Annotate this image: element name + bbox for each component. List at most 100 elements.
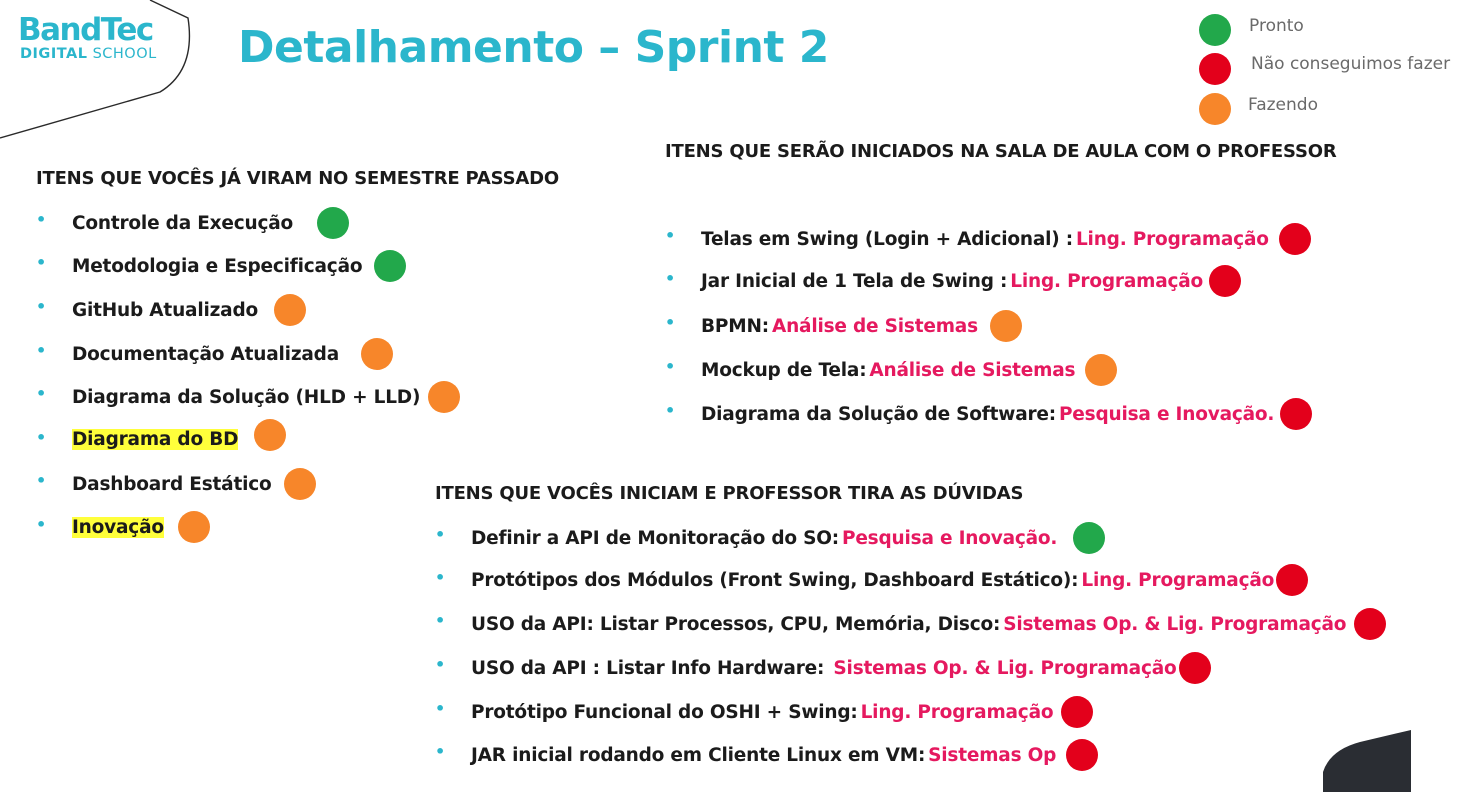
bullet-icon: •: [435, 525, 446, 544]
list-item: USO da API: Listar Processos, CPU, Memór…: [471, 608, 1387, 640]
item-subject: Análise de Sistemas: [869, 359, 1076, 381]
item-label: Protótipos dos Módulos (Front Swing, Das…: [471, 569, 1079, 591]
status-dot-pronto: [1199, 14, 1231, 46]
item-subject: Ling. Programação: [860, 701, 1054, 723]
bullet-icon: •: [435, 699, 446, 718]
bullet-icon: •: [435, 742, 446, 761]
item-label: Protótipo Funcional do OSHI + Swing:: [471, 701, 858, 723]
item-label: Mockup de Tela:: [701, 359, 867, 381]
bullet-icon: •: [665, 401, 676, 420]
status-dot-fazendo: [989, 310, 1022, 342]
item-subject: Sistemas Op. & Lig. Programação: [1003, 613, 1347, 635]
status-dot-fazendo: [1085, 354, 1118, 386]
status-dot-pronto: [1073, 522, 1106, 554]
list-item: Metodologia e Especificação: [72, 250, 407, 282]
list-item: Documentação Atualizada: [72, 338, 394, 370]
status-dot-nao-conseguimos: [1066, 739, 1099, 771]
item-subject: Sistemas Op. & Lig. Programação: [827, 657, 1177, 679]
list-item: Protótipos dos Módulos (Front Swing, Das…: [471, 564, 1309, 596]
list-item: Protótipo Funcional do OSHI + Swing: Lin…: [471, 696, 1094, 728]
legend-label: Não conseguimos fazer: [1251, 54, 1451, 74]
item-label: Documentação Atualizada: [72, 343, 340, 365]
status-dot-nao-conseguimos: [1280, 398, 1313, 430]
list-item: Diagrama do BD: [72, 419, 287, 456]
legend-label: Pronto: [1249, 16, 1304, 36]
bullet-icon: •: [665, 313, 676, 332]
status-dot-nao-conseguimos: [1061, 696, 1094, 728]
slide-title: Detalhamento – Sprint 2: [238, 22, 829, 73]
item-label: BPMN:: [701, 315, 769, 337]
list-item: Dashboard Estático: [72, 468, 316, 500]
item-subject: Ling. Programação: [1075, 228, 1269, 250]
bullet-icon: •: [435, 655, 446, 674]
list-item: GitHub Atualizado: [72, 294, 307, 326]
item-label-highlighted: Inovação: [72, 516, 164, 538]
status-dot-fazendo: [428, 381, 461, 413]
item-label: Dashboard Estático: [72, 473, 272, 495]
item-subject: Ling. Programação: [1010, 270, 1204, 292]
status-dot-nao-conseguimos: [1278, 223, 1311, 255]
item-subject: Sistemas Op: [928, 744, 1057, 766]
item-subject: Pesquisa e Inovação.: [1058, 403, 1275, 425]
status-dot-nao-conseguimos: [1178, 652, 1211, 684]
status-dot-pronto: [374, 250, 407, 282]
list-item: Controle da Execução: [72, 207, 350, 239]
list-item: Inovação: [72, 511, 210, 543]
bullet-icon: •: [435, 568, 446, 587]
bullet-icon: •: [36, 515, 47, 534]
item-label: JAR inicial rodando em Cliente Linux em …: [471, 744, 926, 766]
bullet-icon: •: [36, 297, 47, 316]
bullet-icon: •: [36, 341, 47, 360]
bullet-icon: •: [665, 269, 676, 288]
item-label: Controle da Execução: [72, 212, 294, 234]
bullet-icon: •: [665, 357, 676, 376]
bullet-icon: •: [36, 384, 47, 403]
list-item: Definir a API de Monitoração do SO: Pesq…: [471, 522, 1106, 554]
status-dot-fazendo: [361, 338, 394, 370]
item-subject: Pesquisa e Inovação.: [841, 527, 1058, 549]
logo-subtitle: DIGITAL SCHOOL: [20, 46, 157, 62]
list-item: Jar Inicial de 1 Tela de Swing : Ling. P…: [701, 265, 1242, 297]
logo-brand: BandTec: [18, 12, 154, 48]
list-item: BPMN: Análise de Sistemas: [701, 310, 1022, 342]
section-heading-sala-de-aula: ITENS QUE SERÃO INICIADOS NA SALA DE AUL…: [665, 141, 1337, 162]
legend-label: Fazendo: [1248, 95, 1318, 115]
bullet-icon: •: [36, 428, 47, 447]
item-label: Definir a API de Monitoração do SO:: [471, 527, 839, 549]
bullet-icon: •: [36, 210, 47, 229]
bullet-icon: •: [665, 226, 676, 245]
status-dot-pronto: [317, 207, 350, 239]
item-label: Jar Inicial de 1 Tela de Swing :: [701, 270, 1008, 292]
bullet-icon: •: [36, 253, 47, 272]
item-label: Diagrama da Solução (HLD + LLD): [72, 386, 421, 408]
bullet-icon: •: [435, 611, 446, 630]
list-item: USO da API : Listar Info Hardware: Siste…: [471, 652, 1211, 684]
item-label: Metodologia e Especificação: [72, 255, 363, 277]
status-dot-fazendo: [254, 419, 287, 451]
item-label: Telas em Swing (Login + Adicional) :: [701, 228, 1073, 250]
item-subject: Ling. Programação: [1081, 569, 1275, 591]
list-item: Mockup de Tela: Análise de Sistemas: [701, 354, 1118, 386]
item-label: USO da API: Listar Processos, CPU, Memór…: [471, 613, 1001, 635]
list-item: JAR inicial rodando em Cliente Linux em …: [471, 739, 1099, 771]
item-label: Diagrama da Solução de Software:: [701, 403, 1056, 425]
list-item: Diagrama da Solução (HLD + LLD): [72, 381, 461, 413]
status-dot-fazendo: [274, 294, 307, 326]
section-heading-professor-tira-duvidas: ITENS QUE VOCÊS INICIAM E PROFESSOR TIRA…: [435, 483, 1024, 504]
section-heading-semestre-passado: ITENS QUE VOCÊS JÁ VIRAM NO SEMESTRE PAS…: [36, 168, 559, 189]
bandtec-logo: BandTec DIGITAL SCHOOL: [18, 14, 157, 62]
status-dot-fazendo: [1199, 93, 1231, 125]
item-label: USO da API : Listar Info Hardware:: [471, 657, 825, 679]
item-subject: Análise de Sistemas: [771, 315, 978, 337]
list-item: Diagrama da Solução de Software: Pesquis…: [701, 398, 1313, 430]
status-dot-nao-conseguimos: [1199, 53, 1231, 85]
status-dot-fazendo: [177, 511, 210, 543]
item-label: GitHub Atualizado: [72, 299, 259, 321]
status-dot-nao-conseguimos: [1354, 608, 1387, 640]
item-label-highlighted: Diagrama do BD: [72, 429, 239, 450]
status-dot-nao-conseguimos: [1209, 265, 1242, 297]
status-dot-fazendo: [283, 468, 316, 500]
list-item: Telas em Swing (Login + Adicional) : Lin…: [701, 223, 1311, 255]
bullet-icon: •: [36, 471, 47, 490]
status-dot-nao-conseguimos: [1276, 564, 1309, 596]
